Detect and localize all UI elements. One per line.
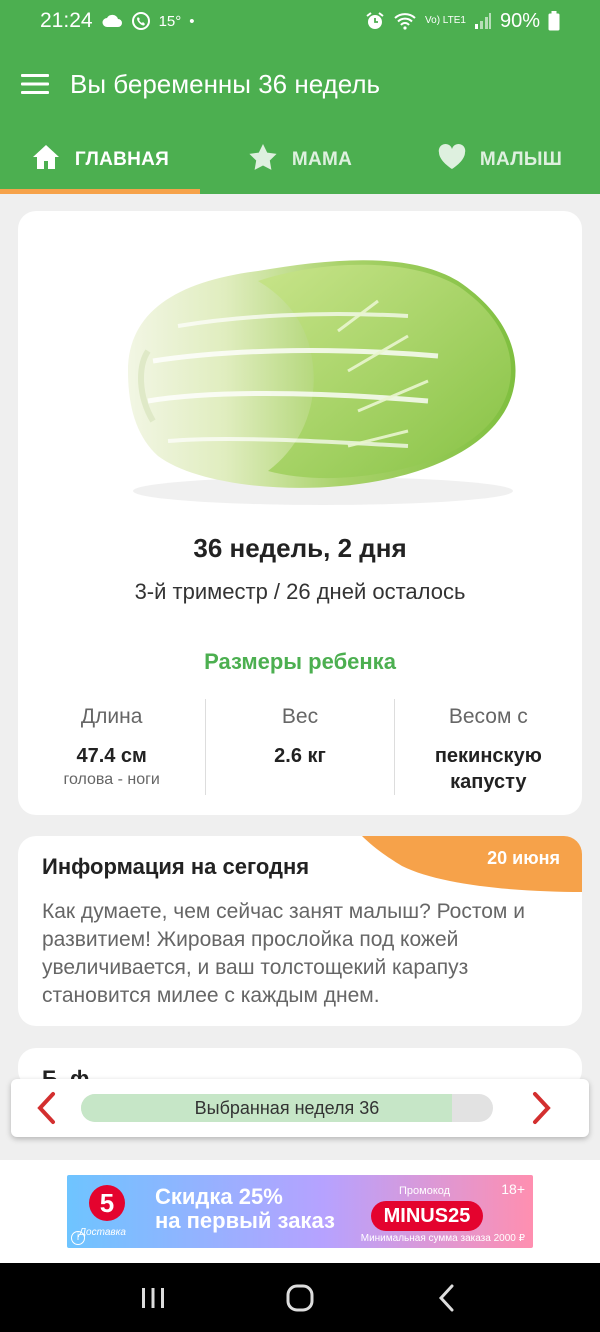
system-nav-bar [0, 1263, 600, 1332]
phone-icon [131, 11, 151, 31]
notification-dot: • [189, 12, 195, 30]
week-subtitle: 3-й триместр / 26 дней осталось [134, 579, 466, 604]
napa-cabbage-image [108, 241, 528, 511]
status-bar: 21:24 15° • Vo) LTE1 90% [0, 0, 600, 42]
ad-info-icon[interactable]: i [71, 1231, 85, 1245]
size-label: Весом с [448, 705, 528, 728]
ad-promo-label: Промокод [399, 1185, 451, 1197]
week-card: 36 недель, 2 дня 3-й триместр / 26 дней … [18, 211, 582, 815]
ad-logo: 5 [89, 1185, 125, 1221]
size-value: пекинскую капусту [434, 745, 542, 793]
home-icon [31, 143, 61, 177]
home-button-icon[interactable] [270, 1268, 330, 1328]
info-card[interactable]: 20 июня Информация на сегодня Как думает… [18, 836, 582, 1026]
tab-baby-label: МАЛЫШ [479, 149, 563, 170]
week-selector: Выбранная неделя 36 [11, 1079, 589, 1137]
info-date: 20 июня [487, 848, 560, 868]
week-progress-bar[interactable]: Выбранная неделя 36 [81, 1094, 493, 1122]
tab-bar: ГЛАВНАЯ МАМА МАЛЫШ [0, 126, 600, 194]
wifi-icon [393, 12, 417, 30]
ad-headline-line2: на первый заказ [155, 1208, 335, 1233]
ad-area: 5 Доставка Скидка 25% на первый заказ Пр… [0, 1160, 600, 1263]
hamburger-menu-icon[interactable] [0, 42, 70, 126]
network-type: Vo) LTE1 [425, 15, 466, 26]
info-text: Как думаете, чем сейчас занят малыш? Рос… [42, 900, 525, 1007]
ad-headline: Скидка 25% на первый заказ [155, 1185, 335, 1233]
battery-level: 90% [499, 9, 540, 32]
size-label: Вес [281, 705, 319, 728]
star-icon [248, 143, 278, 177]
battery-icon [548, 11, 560, 31]
app-title: Вы беременны 36 недель [70, 68, 381, 99]
ad-logo-sub: Доставка [79, 1227, 126, 1238]
ad-age-rating: 18+ [501, 1181, 525, 1197]
tab-mama-label: МАМА [291, 149, 353, 170]
ad-promo-code: MINUS25 [371, 1201, 483, 1231]
size-length: Длина 47.4 см голова - ноги [18, 699, 205, 795]
signal-icon [474, 12, 492, 30]
cloud-icon [101, 13, 123, 29]
chevron-left-icon[interactable] [11, 1079, 81, 1137]
back-icon[interactable] [417, 1268, 477, 1328]
tab-home-label: ГЛАВНАЯ [74, 149, 170, 170]
size-weight: Вес 2.6 кг [205, 699, 393, 795]
size-label: Длина [80, 705, 143, 728]
baby-sizes-title[interactable]: Размеры ребенка [18, 649, 582, 675]
selected-week-label: Выбранная неделя 36 [194, 1098, 380, 1118]
tab-mama[interactable]: МАМА [200, 126, 400, 194]
tab-home[interactable]: ГЛАВНАЯ [0, 126, 200, 194]
chevron-right-icon[interactable] [507, 1079, 577, 1137]
heart-icon [438, 144, 466, 176]
tab-baby[interactable]: МАЛЫШ [400, 126, 600, 194]
size-value: 47.4 см [76, 745, 147, 767]
recent-apps-icon[interactable] [123, 1268, 183, 1328]
ad-banner[interactable]: 5 Доставка Скидка 25% на первый заказ Пр… [67, 1175, 533, 1248]
baby-sizes-grid: Длина 47.4 см голова - ноги Вес 2.6 кг В… [18, 699, 582, 795]
alarm-icon [365, 11, 385, 31]
week-title: 36 недель, 2 дня [193, 533, 407, 563]
size-comparison: Весом с пекинскую капусту [393, 699, 582, 795]
status-time: 21:24 [40, 9, 93, 32]
size-note: голова - ноги [63, 771, 160, 788]
ad-min-order: Минимальная сумма заказа 2000 ₽ [360, 1233, 525, 1244]
ad-headline-line1: Скидка 25% [155, 1184, 283, 1209]
size-value: 2.6 кг [274, 745, 326, 767]
info-title: Информация на сегодня [42, 854, 310, 879]
app-bar: Вы беременны 36 недель [0, 42, 600, 126]
temperature: 15° [158, 12, 182, 30]
